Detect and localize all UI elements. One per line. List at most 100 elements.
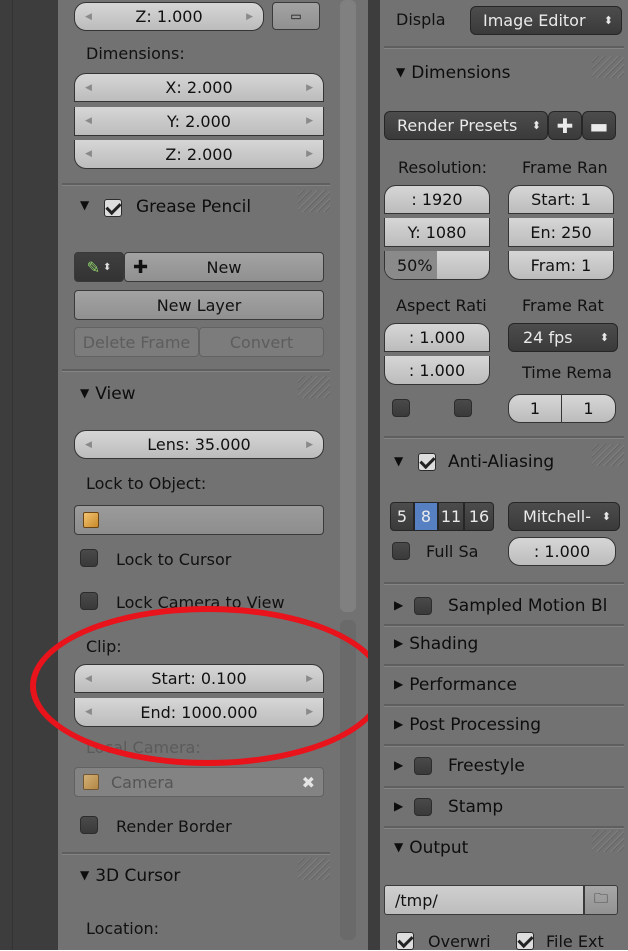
frame-end-value: En: 250 <box>530 222 592 242</box>
dimension-z-field[interactable]: ◀ Z: 2.000 ▶ <box>74 140 324 169</box>
aspect-y-field[interactable]: : 1.000 <box>384 356 490 385</box>
file-extensions-label: File Ext <box>546 932 604 951</box>
aa-samples-5[interactable]: 5 <box>390 502 414 531</box>
lock-camera-to-view-checkbox[interactable] <box>80 592 98 610</box>
aa-samples-8[interactable]: 8 <box>414 502 438 531</box>
panel-drag-grip[interactable] <box>298 190 330 212</box>
region-separator[interactable] <box>368 0 380 950</box>
view-title: View <box>95 384 136 404</box>
output-browse-button[interactable]: 🗀 <box>584 885 618 915</box>
aa-sample-5-label: 5 <box>396 507 408 526</box>
expand-triangle-icon: ▶ <box>394 598 404 612</box>
frame-start-field[interactable]: Start: 1 <box>508 185 614 214</box>
render-border-checkbox[interactable] <box>80 816 98 834</box>
lock-to-cursor-checkbox[interactable] <box>80 549 98 567</box>
aa-filter-dropdown[interactable]: Mitchell- ⬍ <box>508 502 620 531</box>
lens-field[interactable]: ◀ Lens: 35.000 ▶ <box>74 430 324 459</box>
dimensions-title: Dimensions <box>411 63 511 83</box>
delete-frame-button[interactable]: Delete Frame <box>74 327 199 357</box>
time-remap-label: Time Rema <box>522 363 612 382</box>
display-dropdown[interactable]: Image Editor ⬍ <box>470 6 622 35</box>
clear-x-icon[interactable]: ✖ <box>302 773 315 792</box>
resolution-label: Resolution: <box>398 158 487 177</box>
time-new-value: 1 <box>583 399 594 418</box>
crop-checkbox[interactable] <box>454 399 472 417</box>
dimension-y-field[interactable]: ◀ Y: 2.000 ▶ <box>74 107 324 136</box>
aa-filter-value: Mitchell- <box>523 507 591 526</box>
frame-start-value: Start: 1 <box>531 190 591 209</box>
dimension-z-top-field[interactable]: ◀ Z: 1.000 ▶ <box>74 2 264 31</box>
performance-header[interactable]: ▶ Performance <box>394 675 517 695</box>
freestyle-header[interactable]: ▶ <box>394 756 409 776</box>
file-extensions-checkbox[interactable] <box>516 932 534 950</box>
aa-filter-size-field[interactable]: : 1.000 <box>508 537 616 566</box>
grease-pencil-checkbox[interactable] <box>104 199 122 217</box>
output-header[interactable]: ▼ Output <box>394 838 468 858</box>
3d-viewport-edge[interactable] <box>0 0 58 950</box>
resolution-y-field[interactable]: Y: 1080 <box>384 218 490 247</box>
remove-preset-button[interactable]: ▬ <box>582 111 616 140</box>
convert-button[interactable]: Convert <box>199 327 324 357</box>
grease-pencil-datablock-browse[interactable]: ✎ ⬍ <box>74 252 124 282</box>
grease-pencil-header[interactable]: ▼ <box>80 196 95 216</box>
3d-cursor-header[interactable]: ▼ 3D Cursor <box>80 866 180 886</box>
resolution-percentage-slider[interactable]: 50% <box>384 251 490 280</box>
frame-end-field[interactable]: En: 250 <box>508 218 614 247</box>
frame-step-field[interactable]: Fram: 1 <box>508 251 614 280</box>
camera-value: Camera <box>111 772 174 792</box>
camera-object-icon <box>83 774 99 790</box>
frame-rate-value: 24 fps <box>523 328 573 347</box>
lock-to-object-field[interactable] <box>74 505 324 535</box>
frame-rate-dropdown[interactable]: 24 fps ⬍ <box>508 323 618 352</box>
sampled-motion-blur-checkbox[interactable] <box>414 597 432 615</box>
lock-toggle-button[interactable]: ▭ <box>272 2 320 30</box>
aa-samples-16[interactable]: 16 <box>464 502 494 531</box>
add-preset-button[interactable]: ✚ <box>548 111 582 140</box>
grease-pencil-new-button[interactable]: ✚ New <box>124 252 324 282</box>
stamp-checkbox[interactable] <box>414 798 432 816</box>
panel-drag-grip[interactable] <box>298 376 330 398</box>
resolution-x-field[interactable]: : 1920 <box>384 185 490 214</box>
viewport-grid-line <box>12 0 13 950</box>
shading-title: Shading <box>409 634 479 654</box>
anti-aliasing-checkbox[interactable] <box>418 453 436 471</box>
dimensions-header[interactable]: ▼ Dimensions <box>396 63 510 83</box>
output-path-field[interactable]: /tmp/ <box>384 885 584 915</box>
stamp-header[interactable]: ▶ <box>394 797 409 817</box>
panel-drag-grip[interactable] <box>298 858 330 880</box>
expand-triangle-icon: ▶ <box>394 717 404 731</box>
output-title: Output <box>409 838 469 858</box>
section-divider <box>384 704 624 707</box>
view-header[interactable]: ▼ View <box>80 384 136 404</box>
new-layer-button[interactable]: New Layer <box>74 290 324 320</box>
section-divider <box>384 582 624 585</box>
sampled-motion-blur-header[interactable]: ▶ <box>394 596 409 616</box>
aa-samples-11[interactable]: 11 <box>438 502 464 531</box>
aspect-ratio-label: Aspect Rati <box>396 296 487 315</box>
res-x-value: : 1920 <box>411 190 463 209</box>
aspect-x-field[interactable]: : 1.000 <box>384 323 490 352</box>
dimensions-label: Dimensions: <box>86 44 185 63</box>
dimension-x-field[interactable]: ◀ X: 2.000 ▶ <box>74 73 324 102</box>
time-remap-new-field[interactable]: 1 <box>562 394 616 423</box>
border-checkbox[interactable] <box>392 399 410 417</box>
time-remap-old-field[interactable]: 1 <box>508 394 562 423</box>
shading-header[interactable]: ▶ Shading <box>394 634 478 654</box>
local-camera-field[interactable]: Camera ✖ <box>74 767 324 797</box>
lens-value: Lens: 35.000 <box>147 435 251 454</box>
stamp-title: Stamp <box>448 797 504 817</box>
overwrite-checkbox[interactable] <box>396 932 414 950</box>
post-processing-header[interactable]: ▶ Post Processing <box>394 715 541 735</box>
section-divider <box>384 436 624 439</box>
full-sample-label: Full Sa <box>426 542 479 561</box>
render-presets-dropdown[interactable]: Render Presets ⬍ <box>384 111 548 140</box>
freestyle-checkbox[interactable] <box>414 757 432 775</box>
left-scrollbar[interactable] <box>340 0 356 612</box>
panel-drag-grip[interactable] <box>592 830 624 852</box>
panel-drag-grip[interactable] <box>592 444 624 466</box>
new-label: New <box>206 257 242 277</box>
time-old-value: 1 <box>529 399 541 418</box>
anti-aliasing-header[interactable]: ▼ <box>394 452 409 472</box>
panel-drag-grip[interactable] <box>592 56 624 78</box>
full-sample-checkbox[interactable] <box>392 542 410 560</box>
